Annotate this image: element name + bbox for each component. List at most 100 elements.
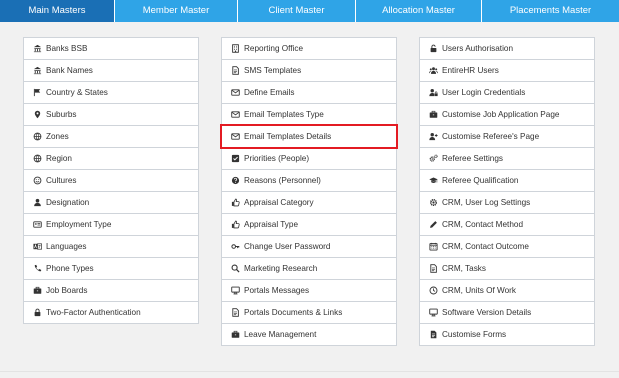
menu-item-user-login-credentials[interactable]: User Login Credentials [419, 81, 595, 104]
users-icon [429, 66, 438, 75]
menu-item-label: Banks BSB [46, 44, 88, 53]
map-marker-icon [33, 110, 42, 119]
menu-item-label: Zones [46, 132, 69, 141]
lock-icon [33, 308, 42, 317]
menu-item-country-states[interactable]: Country & States [23, 81, 199, 104]
menu-item-crm-contact-method[interactable]: CRM, Contact Method [419, 213, 595, 236]
menu-item-label: Portals Documents & Links [244, 308, 343, 317]
envelope-icon [231, 110, 240, 119]
menu-item-label: Marketing Research [244, 264, 318, 273]
cogs-icon [429, 154, 438, 163]
menu-item-label: Two-Factor Authentication [46, 308, 141, 317]
flag-icon [33, 88, 42, 97]
menu-item-label: SMS Templates [244, 66, 302, 75]
menu-item-users-authorisation[interactable]: Users Authorisation [419, 37, 595, 60]
menu-item-customise-forms[interactable]: Customise Forms [419, 323, 595, 346]
thumbs-up-icon [231, 220, 240, 229]
menu-item-phone-types[interactable]: Phone Types [23, 257, 199, 280]
menu-item-software-version-details[interactable]: Software Version Details [419, 301, 595, 324]
key-icon [231, 242, 240, 251]
user-lock-icon [429, 88, 438, 97]
tab-member-master[interactable]: Member Master [115, 0, 238, 22]
globe-icon [33, 132, 42, 141]
menu-item-label: Define Emails [244, 88, 295, 97]
language-icon [33, 242, 42, 251]
menu-item-suburbs[interactable]: Suburbs [23, 103, 199, 126]
menu-item-email-templates-type[interactable]: Email Templates Type [221, 103, 397, 126]
menu-item-email-templates-details[interactable]: Email Templates Details [220, 124, 398, 149]
menu-item-label: CRM, Units Of Work [442, 286, 516, 295]
menu-item-reasons-personnel[interactable]: Reasons (Personnel) [221, 169, 397, 192]
menu-item-label: Job Boards [46, 286, 88, 295]
menu-item-label: Portals Messages [244, 286, 310, 295]
menu-item-crm-units-of-work[interactable]: CRM, Units Of Work [419, 279, 595, 302]
menu-item-label: Designation [46, 198, 90, 207]
menu-item-marketing-research[interactable]: Marketing Research [221, 257, 397, 280]
tab-main-masters[interactable]: Main Masters [0, 0, 115, 22]
menu-item-appraisal-type[interactable]: Appraisal Type [221, 213, 397, 236]
menu-item-referee-qualification[interactable]: Referee Qualification [419, 169, 595, 192]
menu-item-two-factor-authentication[interactable]: Two-Factor Authentication [23, 301, 199, 324]
menu-item-cultures[interactable]: Cultures [23, 169, 199, 192]
menu-item-customise-job-application-page[interactable]: Customise Job Application Page [419, 103, 595, 126]
menu-item-portals-documents-links[interactable]: Portals Documents & Links [221, 301, 397, 324]
menu-item-crm-contact-outcome[interactable]: CRM, Contact Outcome [419, 235, 595, 258]
graduation-cap-icon [429, 176, 438, 185]
tab-client-master[interactable]: Client Master [238, 0, 356, 22]
user-icon [33, 198, 42, 207]
menu-item-label: Phone Types [46, 264, 94, 273]
menu-item-label: Reasons (Personnel) [244, 176, 321, 185]
menu-item-employment-type[interactable]: Employment Type [23, 213, 199, 236]
unlock-icon [429, 44, 438, 53]
menu-item-sms-templates[interactable]: SMS Templates [221, 59, 397, 82]
menu-item-leave-management[interactable]: Leave Management [221, 323, 397, 346]
menu-item-label: Users Authorisation [442, 44, 513, 53]
menu-item-region[interactable]: Region [23, 147, 199, 170]
file-icon [429, 264, 438, 273]
menu-item-customise-referee-s-page[interactable]: Customise Referee's Page [419, 125, 595, 148]
menu-item-entirehr-users[interactable]: EntireHR Users [419, 59, 595, 82]
menu-item-define-emails[interactable]: Define Emails [221, 81, 397, 104]
menu-item-label: Customise Job Application Page [442, 110, 560, 119]
menu-item-label: Referee Settings [442, 154, 503, 163]
menu-item-crm-user-log-settings[interactable]: CRM, User Log Settings [419, 191, 595, 214]
menu-item-reporting-office[interactable]: Reporting Office [221, 37, 397, 60]
menu-item-label: Reporting Office [244, 44, 304, 53]
menu-item-zones[interactable]: Zones [23, 125, 199, 148]
menu-item-portals-messages[interactable]: Portals Messages [221, 279, 397, 302]
menu-item-label: Customise Forms [442, 330, 507, 339]
file-icon [231, 308, 240, 317]
menu-item-change-user-password[interactable]: Change User Password [221, 235, 397, 258]
menu-item-priorities-people[interactable]: Priorities (People) [221, 147, 397, 170]
envelope-icon [231, 88, 240, 97]
menu-item-label: Cultures [46, 176, 77, 185]
menu-item-label: Region [46, 154, 72, 163]
menu-item-banks-bsb[interactable]: Banks BSB [23, 37, 199, 60]
globe-icon [33, 154, 42, 163]
briefcase-icon [429, 110, 438, 119]
menu-item-label: Languages [46, 242, 87, 251]
menu-item-job-boards[interactable]: Job Boards [23, 279, 199, 302]
menu-item-appraisal-category[interactable]: Appraisal Category [221, 191, 397, 214]
desktop-icon [429, 308, 438, 317]
cog-icon [429, 198, 438, 207]
check-square-icon [231, 154, 240, 163]
tab-allocation-master[interactable]: Allocation Master [356, 0, 482, 22]
menu-item-label: Bank Names [46, 66, 93, 75]
clock-icon [429, 286, 438, 295]
menu-item-label: Software Version Details [442, 308, 532, 317]
menu-item-label: Referee Qualification [442, 176, 519, 185]
menu-item-bank-names[interactable]: Bank Names [23, 59, 199, 82]
user-plus-icon [429, 132, 438, 141]
menu-item-label: Email Templates Details [244, 132, 332, 141]
file-text-icon [429, 330, 438, 339]
menu-item-crm-tasks[interactable]: CRM, Tasks [419, 257, 595, 280]
menu-item-languages[interactable]: Languages [23, 235, 199, 258]
menu-item-designation[interactable]: Designation [23, 191, 199, 214]
menu-item-referee-settings[interactable]: Referee Settings [419, 147, 595, 170]
master-tabs: Main Masters Member Master Client Master… [0, 0, 619, 22]
tab-placements-master[interactable]: Placements Master [482, 0, 619, 22]
masters-column-1: Banks BSB Bank Names Country & States Subur… [23, 37, 199, 324]
building-icon [231, 44, 240, 53]
masters-column-2: Reporting Office SMS Templates Define Emai… [220, 37, 398, 346]
